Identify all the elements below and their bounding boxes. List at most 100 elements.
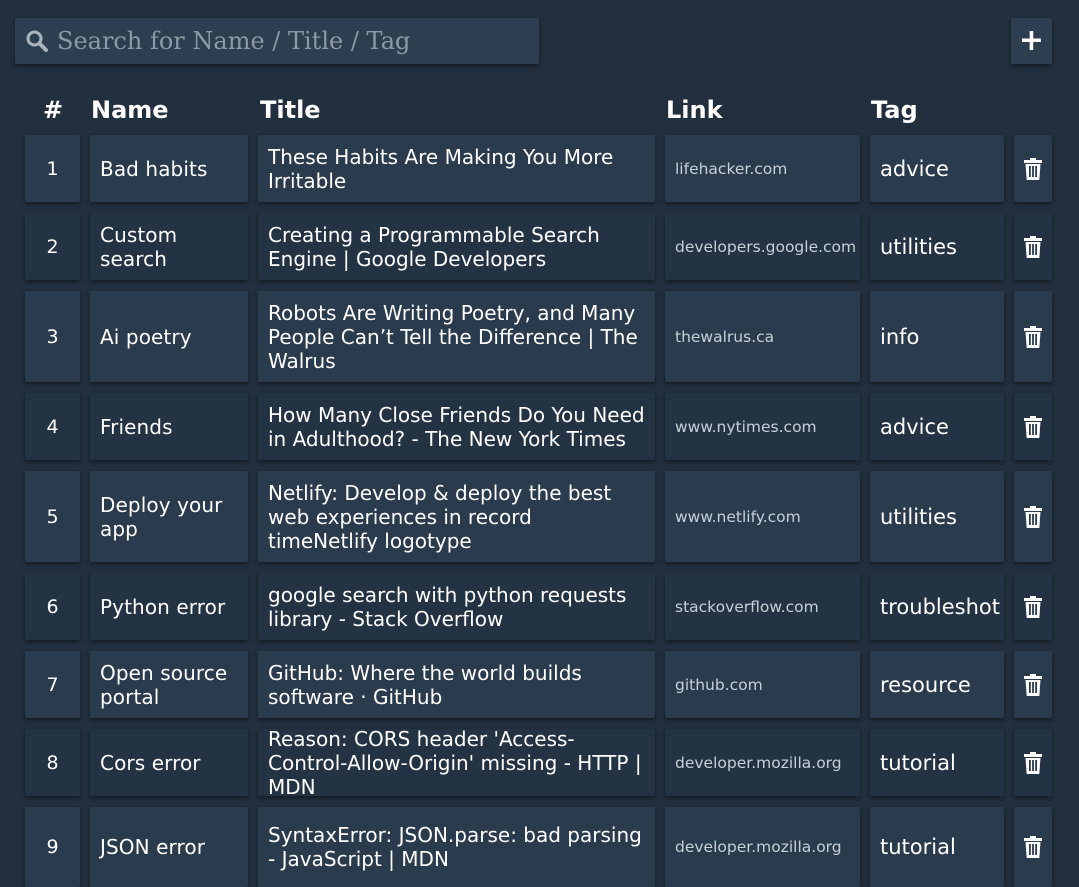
row-name: Friends xyxy=(90,393,248,460)
delete-button[interactable] xyxy=(1014,213,1052,280)
row-number: 1 xyxy=(25,135,80,202)
row-tag-text: info xyxy=(880,324,920,349)
row-tag-text: advice xyxy=(880,156,949,181)
row-number: 9 xyxy=(25,807,80,887)
row-link-text[interactable]: developer.mozilla.org xyxy=(675,751,842,775)
row-link[interactable]: www.netlify.com xyxy=(665,471,860,562)
row-link-text[interactable]: stackoverflow.com xyxy=(675,595,819,619)
row-name-text: Bad habits xyxy=(100,156,208,181)
row-tag-text: troubleshot xyxy=(880,594,1000,619)
delete-button[interactable] xyxy=(1014,729,1052,796)
row-tag: tutorial xyxy=(870,729,1004,796)
row-title-text: Netlify: Develop & deploy the best web e… xyxy=(268,480,612,553)
row-link[interactable]: developer.mozilla.org xyxy=(665,807,860,887)
row-name-text: Custom search xyxy=(100,222,178,271)
row-title-text: These Habits Are Making You More Irritab… xyxy=(268,144,614,193)
row-link-text[interactable]: github.com xyxy=(675,673,763,697)
row-name-text: Open source portal xyxy=(100,660,228,709)
delete-button[interactable] xyxy=(1014,291,1052,382)
row-name: Bad habits xyxy=(90,135,248,202)
row-link[interactable]: www.nytimes.com xyxy=(665,393,860,460)
row-link[interactable]: thewalrus.ca xyxy=(665,291,860,382)
row-name: Cors error xyxy=(90,729,248,796)
row-number-text: 2 xyxy=(46,235,59,258)
trash-icon xyxy=(1024,751,1042,774)
row-name-text: Cors error xyxy=(100,750,201,775)
delete-button[interactable] xyxy=(1014,471,1052,562)
row-number-text: 4 xyxy=(46,415,59,438)
row-number-text: 7 xyxy=(46,673,59,696)
row-name-text: Friends xyxy=(100,414,173,439)
delete-button[interactable] xyxy=(1014,651,1052,718)
row-tag: info xyxy=(870,291,1004,382)
row-tag: tutorial xyxy=(870,807,1004,887)
row-title: Robots Are Writing Poetry, and Many Peop… xyxy=(258,291,655,382)
row-name: JSON error xyxy=(90,807,248,887)
row-name: Python error xyxy=(90,573,248,640)
row-number-text: 6 xyxy=(46,595,59,618)
row-link-text[interactable]: lifehacker.com xyxy=(675,157,787,181)
row-link[interactable]: lifehacker.com xyxy=(665,135,860,202)
row-title-text: GitHub: Where the world builds software … xyxy=(268,660,582,709)
row-tag: resource xyxy=(870,651,1004,718)
row-link-text[interactable]: developers.google.com xyxy=(675,235,856,259)
row-number-text: 1 xyxy=(46,157,59,180)
trash-icon xyxy=(1024,505,1042,528)
row-number-text: 8 xyxy=(46,751,59,774)
trash-icon xyxy=(1024,595,1042,618)
row-title-text: Robots Are Writing Poetry, and Many Peop… xyxy=(268,300,638,373)
delete-button[interactable] xyxy=(1014,393,1052,460)
row-name-text: Python error xyxy=(100,594,226,619)
row-link-text[interactable]: developer.mozilla.org xyxy=(675,835,842,859)
row-tag: utilities xyxy=(870,213,1004,280)
row-number: 4 xyxy=(25,393,80,460)
trash-icon xyxy=(1024,157,1042,180)
row-link[interactable]: developer.mozilla.org xyxy=(665,729,860,796)
row-title-text: SyntaxError: JSON.parse: bad parsing - J… xyxy=(268,823,642,871)
trash-icon xyxy=(1024,235,1042,258)
row-link-text[interactable]: www.netlify.com xyxy=(675,505,801,529)
row-link[interactable]: developers.google.com xyxy=(665,213,860,280)
row-link[interactable]: github.com xyxy=(665,651,860,718)
row-title: Reason: CORS header 'Access-Control-Allo… xyxy=(258,726,655,799)
row-title-text: How Many Close Friends Do You Need in Ad… xyxy=(268,402,645,451)
row-tag: utilities xyxy=(870,471,1004,562)
row-title-text: Creating a Programmable Search Engine | … xyxy=(268,222,600,271)
row-number-text: 5 xyxy=(46,505,59,528)
row-number: 8 xyxy=(25,729,80,796)
bookmark-table: 1 Bad habits These Habits Are Making You M… xyxy=(0,0,1079,887)
trash-icon xyxy=(1024,415,1042,438)
row-name-text: JSON error xyxy=(100,835,206,859)
row-number-text: 3 xyxy=(46,325,59,348)
row-number: 6 xyxy=(25,573,80,640)
trash-icon xyxy=(1024,836,1042,858)
row-title-text: google search with python requests libra… xyxy=(268,582,627,631)
row-title: These Habits Are Making You More Irritab… xyxy=(258,135,655,202)
row-title: GitHub: Where the world builds software … xyxy=(258,651,655,718)
row-title-text: Reason: CORS header 'Access-Control-Allo… xyxy=(268,726,642,799)
row-title: SyntaxError: JSON.parse: bad parsing - J… xyxy=(258,807,655,887)
row-name-text: Ai poetry xyxy=(100,324,192,349)
row-tag-text: resource xyxy=(880,672,971,697)
row-title: Creating a Programmable Search Engine | … xyxy=(258,213,655,280)
row-link-text[interactable]: thewalrus.ca xyxy=(675,325,774,349)
row-name-text: Deploy your app xyxy=(100,492,223,541)
row-tag-text: tutorial xyxy=(880,750,956,775)
row-title: google search with python requests libra… xyxy=(258,573,655,640)
trash-icon xyxy=(1024,325,1042,348)
row-link[interactable]: stackoverflow.com xyxy=(665,573,860,640)
row-tag-text: advice xyxy=(880,414,949,439)
delete-button[interactable] xyxy=(1014,573,1052,640)
row-name: Ai poetry xyxy=(90,291,248,382)
row-tag: troubleshot xyxy=(870,573,1004,640)
row-number: 2 xyxy=(25,213,80,280)
row-tag: advice xyxy=(870,393,1004,460)
row-name: Custom search xyxy=(90,213,248,280)
row-name: Open source portal xyxy=(90,651,248,718)
row-link-text[interactable]: www.nytimes.com xyxy=(675,415,817,439)
row-name: Deploy your app xyxy=(90,471,248,562)
delete-button[interactable] xyxy=(1014,807,1052,887)
delete-button[interactable] xyxy=(1014,135,1052,202)
row-tag-text: utilities xyxy=(880,234,957,259)
row-tag-text: utilities xyxy=(880,504,957,529)
